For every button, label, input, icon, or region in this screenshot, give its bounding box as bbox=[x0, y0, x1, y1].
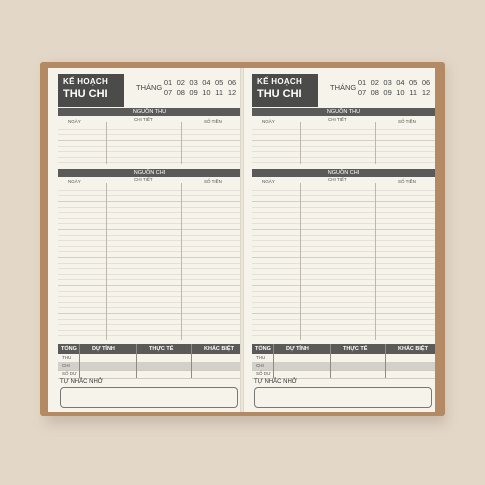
income-divider-2 bbox=[181, 122, 182, 164]
col-actual: THỰC TẾ bbox=[149, 346, 174, 352]
col-amount: SỐ TIỀN bbox=[204, 179, 222, 184]
month-06[interactable]: 06 bbox=[226, 78, 238, 88]
col-estimate: DỰ TÍNH bbox=[92, 346, 115, 352]
income-lines[interactable] bbox=[252, 124, 435, 164]
row-balance[interactable]: SỐ DƯ bbox=[252, 370, 435, 379]
col-estimate: DỰ TÍNH bbox=[286, 346, 309, 352]
col-detail: CHI TIẾT bbox=[134, 117, 153, 122]
expense-section-bar: NGUỒN CHI bbox=[252, 169, 435, 177]
notebook-gutter bbox=[240, 68, 244, 412]
title-line1: KẾ HOẠCH bbox=[63, 77, 109, 86]
month-02[interactable]: 02 bbox=[369, 78, 381, 88]
income-divider-2 bbox=[375, 122, 376, 164]
month-03[interactable]: 03 bbox=[382, 78, 394, 88]
month-10[interactable]: 10 bbox=[394, 88, 406, 98]
summary-divider-3 bbox=[191, 344, 192, 378]
note-box[interactable] bbox=[60, 387, 238, 408]
row-balance-label: SỐ DƯ bbox=[256, 371, 271, 376]
col-amount: SỐ TIỀN bbox=[398, 179, 416, 184]
month-label: THÁNG bbox=[136, 83, 163, 92]
month-grid: 01 02 03 04 05 06 07 08 09 10 11 12 bbox=[162, 78, 238, 98]
col-total: TỔNG bbox=[61, 346, 77, 352]
row-balance[interactable]: SỐ DƯ bbox=[58, 370, 241, 379]
title-line2: THU CHI bbox=[63, 88, 108, 100]
col-total: TỔNG bbox=[255, 346, 271, 352]
summary-divider-1 bbox=[79, 344, 80, 378]
row-income-label: THU bbox=[62, 355, 72, 360]
expense-divider-1 bbox=[106, 183, 107, 340]
month-07[interactable]: 07 bbox=[162, 88, 174, 98]
col-detail: CHI TIẾT bbox=[134, 177, 153, 182]
col-date: NGÀY bbox=[68, 179, 81, 184]
month-09[interactable]: 09 bbox=[188, 88, 200, 98]
title-line2: THU CHI bbox=[257, 88, 302, 100]
month-grid: 01 02 03 04 05 06 07 08 09 10 11 12 bbox=[356, 78, 432, 98]
summary-divider-3 bbox=[385, 344, 386, 378]
month-12[interactable]: 12 bbox=[420, 88, 432, 98]
note-box[interactable] bbox=[254, 387, 432, 408]
note-label: TỰ NHẮC NHỞ bbox=[60, 379, 103, 385]
summary-divider-1 bbox=[273, 344, 274, 378]
expense-divider-1 bbox=[300, 183, 301, 340]
summary-divider-2 bbox=[330, 344, 331, 378]
row-expense-label: CHI bbox=[256, 363, 264, 368]
expense-lines[interactable] bbox=[58, 185, 241, 340]
title-line1: KẾ HOẠCH bbox=[257, 77, 303, 86]
month-10[interactable]: 10 bbox=[200, 88, 212, 98]
month-06[interactable]: 06 bbox=[420, 78, 432, 88]
income-section-bar: NGUỒN THU bbox=[252, 108, 435, 116]
income-lines[interactable] bbox=[58, 124, 241, 164]
col-diff: KHÁC BIỆT bbox=[398, 346, 428, 352]
income-section-bar: NGUỒN THU bbox=[58, 108, 241, 116]
col-diff: KHÁC BIỆT bbox=[204, 346, 234, 352]
summary-header: TỔNG DỰ TÍNH THỰC TẾ KHÁC BIỆT bbox=[58, 344, 241, 354]
income-divider-1 bbox=[300, 122, 301, 164]
summary-header: TỔNG DỰ TÍNH THỰC TẾ KHÁC BIỆT bbox=[252, 344, 435, 354]
planner-title-box: KẾ HOẠCH THU CHI bbox=[252, 74, 318, 107]
note-label: TỰ NHẮC NHỞ bbox=[254, 379, 297, 385]
right-page: KẾ HOẠCH THU CHI THÁNG 01 02 03 04 05 06… bbox=[242, 68, 435, 412]
month-05[interactable]: 05 bbox=[213, 78, 225, 88]
month-05[interactable]: 05 bbox=[407, 78, 419, 88]
income-divider-1 bbox=[106, 122, 107, 164]
month-09[interactable]: 09 bbox=[382, 88, 394, 98]
row-balance-label: SỐ DƯ bbox=[62, 371, 77, 376]
month-08[interactable]: 08 bbox=[175, 88, 187, 98]
expense-divider-2 bbox=[181, 183, 182, 340]
month-01[interactable]: 01 bbox=[162, 78, 174, 88]
month-03[interactable]: 03 bbox=[188, 78, 200, 88]
month-11[interactable]: 11 bbox=[407, 88, 419, 98]
row-income-label: THU bbox=[256, 355, 266, 360]
month-08[interactable]: 08 bbox=[369, 88, 381, 98]
planner-title-box: KẾ HOẠCH THU CHI bbox=[58, 74, 124, 107]
col-detail: CHI TIẾT bbox=[328, 177, 347, 182]
month-04[interactable]: 04 bbox=[200, 78, 212, 88]
expense-divider-2 bbox=[375, 183, 376, 340]
left-page: KẾ HOẠCH THU CHI THÁNG 01 02 03 04 05 06… bbox=[48, 68, 241, 412]
col-detail: CHI TIẾT bbox=[328, 117, 347, 122]
month-02[interactable]: 02 bbox=[175, 78, 187, 88]
expense-lines[interactable] bbox=[252, 185, 435, 340]
month-12[interactable]: 12 bbox=[226, 88, 238, 98]
summary-divider-2 bbox=[136, 344, 137, 378]
month-11[interactable]: 11 bbox=[213, 88, 225, 98]
row-expense-label: CHI bbox=[62, 363, 70, 368]
month-01[interactable]: 01 bbox=[356, 78, 368, 88]
expense-section-bar: NGUỒN CHI bbox=[58, 169, 241, 177]
month-label: THÁNG bbox=[330, 83, 357, 92]
month-07[interactable]: 07 bbox=[356, 88, 368, 98]
month-04[interactable]: 04 bbox=[394, 78, 406, 88]
col-actual: THỰC TẾ bbox=[343, 346, 368, 352]
col-date: NGÀY bbox=[262, 179, 275, 184]
